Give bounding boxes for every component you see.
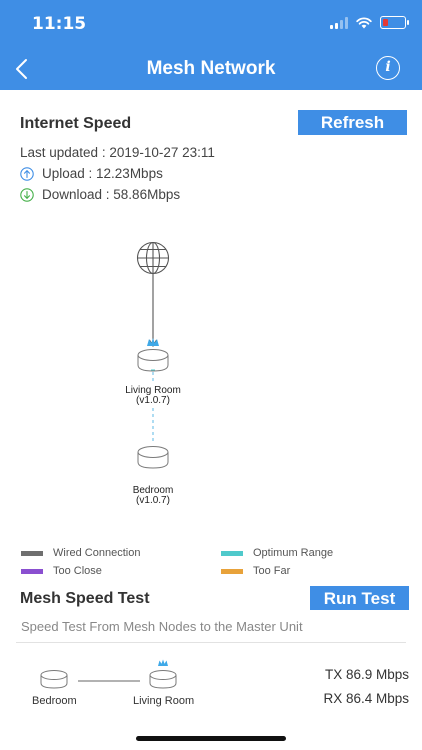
legend-swatch [21,568,43,574]
router-icon [149,670,177,689]
mesh-test-diagram [40,659,177,689]
last-updated: Last updated : 2019-10-27 23:11 [20,145,215,160]
legend-too-close: Too Close [21,565,102,577]
crown-icon [158,659,168,666]
battery-icon [380,16,409,29]
page-title: Mesh Network [146,58,276,79]
living-room-node-label: Living Room (v1.0.7) [93,386,213,406]
router-icon [137,446,169,469]
legend-swatch [221,568,243,574]
internet-speed-title: Internet Speed [20,115,132,132]
mesh-topology: Living Room (v1.0.7) Bedroom (v1.0.7) [0,230,422,520]
from-node-label: Bedroom [32,695,77,707]
run-test-button[interactable]: Run Test [310,586,409,610]
wifi-icon [356,16,372,28]
legend-label: Wired Connection [53,547,141,559]
upload-row: Upload : 12.23Mbps [20,166,163,181]
refresh-button[interactable]: Refresh [298,110,407,135]
bedroom-node-label: Bedroom (v1.0.7) [93,486,213,506]
app-header: 11:15 Mesh Network i [0,0,422,90]
rx-rate: RX 86.4 Mbps [323,691,409,706]
upload-speed: Upload : 12.23Mbps [42,166,163,181]
status-indicators [330,16,409,29]
download-speed: Download : 58.86Mbps [42,187,181,202]
legend-optimum: Optimum Range [221,547,333,559]
legend-wired: Wired Connection [21,547,140,559]
cellular-signal-icon [330,16,348,29]
topology-diagram [136,241,170,469]
legend-label: Too Far [253,565,291,577]
router-icon [40,670,68,689]
upload-arrow-icon [20,166,34,181]
legend-label: Optimum Range [253,547,334,559]
info-icon[interactable]: i [376,56,400,80]
status-time: 11:15 [32,14,87,34]
mesh-speed-test-title: Mesh Speed Test [20,590,150,607]
to-node-label: Living Room [133,695,195,707]
legend-swatch [221,550,243,556]
router-icon [137,349,169,372]
legend-swatch [21,550,43,556]
node-version: (v1.0.7) [136,395,170,406]
divider [16,642,406,643]
download-row: Download : 58.86Mbps [20,187,180,202]
globe-icon [136,241,170,275]
legend-too-far: Too Far [221,565,290,577]
download-arrow-icon [20,187,34,202]
mesh-test-subtitle: Speed Test From Mesh Nodes to the Master… [21,619,303,634]
tx-rate: TX 86.9 Mbps [324,667,409,682]
node-version: (v1.0.7) [136,495,170,506]
home-indicator[interactable] [136,736,286,741]
crown-icon [147,338,159,346]
legend-label: Too Close [53,565,102,577]
